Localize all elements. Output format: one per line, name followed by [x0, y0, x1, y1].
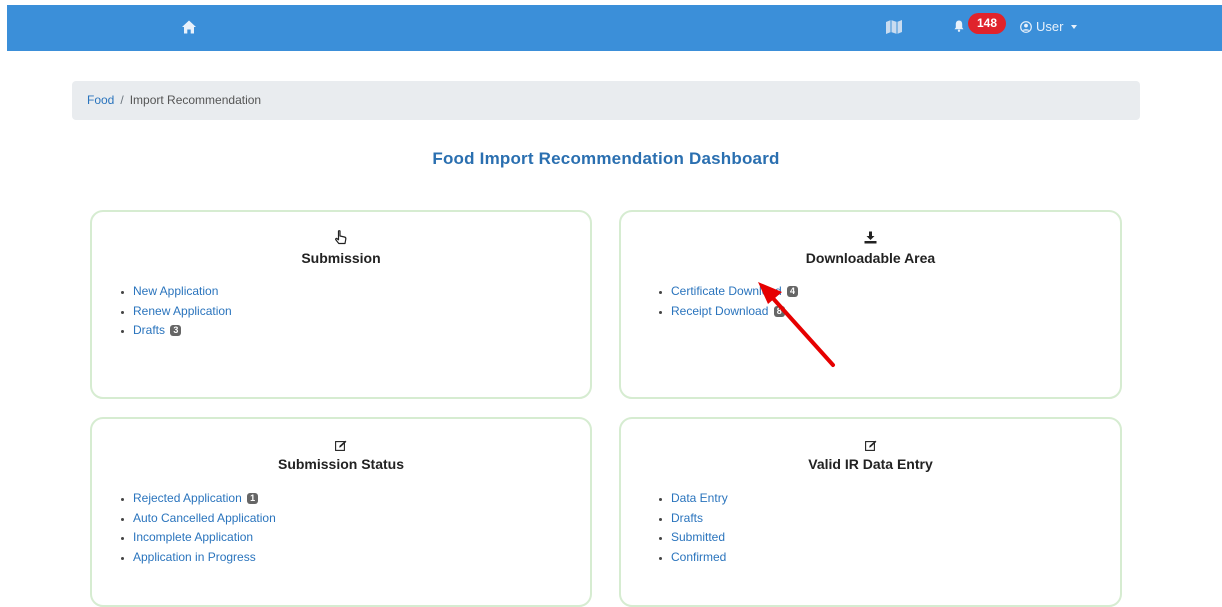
user-menu[interactable]: User — [1020, 19, 1078, 34]
home-icon[interactable] — [181, 19, 197, 35]
list-item: New Application — [118, 282, 232, 302]
confirmed-link[interactable]: Confirmed — [671, 550, 726, 564]
breadcrumb-link-food[interactable]: Food — [87, 93, 114, 107]
downloadable-area-card: Downloadable Area Certificate Download 4… — [619, 210, 1122, 399]
count-badge: 8 — [773, 305, 785, 317]
list-item: Data Entry — [656, 489, 728, 509]
list-item: Submitted — [656, 528, 728, 548]
renew-application-link[interactable]: Renew Application — [133, 304, 232, 318]
edit-icon — [864, 440, 876, 451]
receipt-download-link[interactable]: Receipt Download — [671, 304, 768, 318]
count-badge: 3 — [170, 325, 182, 337]
downloadable-links: Certificate Download 4 Receipt Download … — [656, 282, 799, 322]
card-title: Downloadable Area — [805, 250, 936, 266]
user-circle-icon — [1020, 20, 1032, 33]
valid-ir-data-entry-card: Valid IR Data Entry Data Entry Drafts Su… — [619, 417, 1122, 607]
application-in-progress-link[interactable]: Application in Progress — [133, 550, 256, 564]
list-item: Rejected Application 1 — [118, 489, 276, 509]
breadcrumb-separator: / — [120, 93, 124, 107]
download-icon — [864, 231, 877, 244]
auto-cancelled-application-link[interactable]: Auto Cancelled Application — [133, 511, 276, 525]
card-title: Valid IR Data Entry — [808, 456, 933, 472]
ir-drafts-link[interactable]: Drafts — [671, 511, 703, 525]
rejected-application-link[interactable]: Rejected Application — [133, 491, 242, 505]
hand-pointer-icon — [335, 230, 347, 245]
breadcrumb-current: Import Recommendation — [129, 93, 262, 107]
count-badge: 4 — [787, 286, 799, 298]
list-item: Receipt Download 8 — [656, 302, 798, 322]
list-item: Auto Cancelled Application — [118, 509, 276, 529]
new-application-link[interactable]: New Application — [133, 284, 218, 298]
notification-count-badge[interactable]: 148 — [968, 13, 1006, 34]
page-title: Food Import Recommendation Dashboard — [432, 149, 780, 168]
user-menu-label: User — [1036, 19, 1064, 34]
submission-status-links: Rejected Application 1 Auto Cancelled Ap… — [118, 489, 276, 567]
card-title: Submission Status — [277, 456, 405, 472]
data-entry-link[interactable]: Data Entry — [671, 491, 728, 505]
list-item: Drafts 3 — [118, 321, 232, 341]
submission-card: Submission New Application Renew Applica… — [90, 210, 592, 399]
submitted-link[interactable]: Submitted — [671, 530, 725, 544]
certificate-download-link[interactable]: Certificate Download — [671, 284, 782, 298]
list-item: Application in Progress — [118, 548, 276, 568]
top-navbar: 148 User — [7, 5, 1222, 51]
card-title: Submission — [301, 250, 381, 266]
list-item: Confirmed — [656, 548, 728, 568]
incomplete-application-link[interactable]: Incomplete Application — [133, 530, 253, 544]
drafts-link[interactable]: Drafts — [133, 323, 165, 337]
edit-icon — [335, 440, 347, 451]
list-item: Certificate Download 4 — [656, 282, 799, 302]
valid-ir-data-entry-links: Data Entry Drafts Submitted Confirmed — [656, 489, 728, 567]
list-item: Renew Application — [118, 302, 232, 322]
caret-down-icon — [1071, 24, 1078, 29]
map-icon[interactable] — [885, 19, 903, 35]
list-item: Incomplete Application — [118, 528, 276, 548]
count-badge: 1 — [247, 493, 259, 505]
list-item: Drafts — [656, 509, 728, 529]
submission-status-card: Submission Status Rejected Application 1… — [90, 417, 592, 607]
breadcrumb: Food / Import Recommendation — [72, 81, 1140, 120]
submission-links: New Application Renew Application Drafts… — [118, 282, 232, 341]
bell-icon[interactable] — [954, 20, 964, 32]
